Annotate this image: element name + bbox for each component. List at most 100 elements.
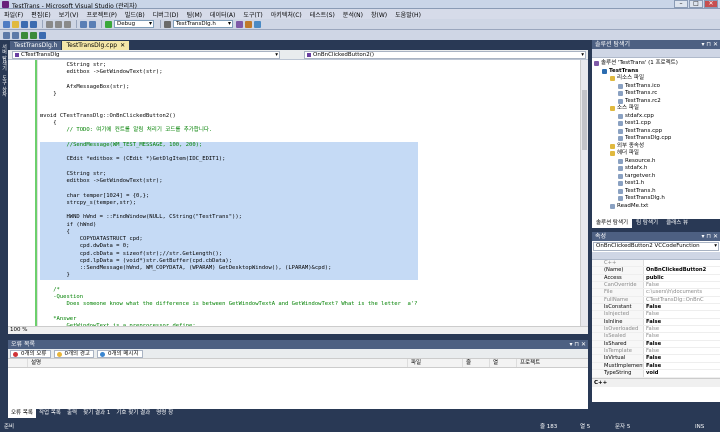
toolbox-tab[interactable]: 도구 상자	[1, 75, 8, 97]
property-value[interactable]: False	[644, 311, 659, 317]
tree-item[interactable]: test1.h	[594, 180, 720, 188]
code-line[interactable]: // TODO: 여기에 컨트롤 알림 처리기 코드를 추가합니다.	[40, 127, 418, 134]
col-project[interactable]: 프로젝트	[517, 359, 588, 367]
property-row[interactable]: IsInjected False	[592, 311, 720, 319]
menu-item[interactable]: 파일(F)	[4, 10, 23, 19]
panel-pin-icon[interactable]: ▾ ⊓ ✕	[569, 340, 586, 349]
tree-item[interactable]: ReadMe.txt	[594, 203, 720, 211]
indent-icon[interactable]	[3, 31, 10, 39]
code-line[interactable]: AfxMessageBox(str);	[40, 84, 418, 91]
property-row[interactable]: CanOverride False	[592, 282, 720, 290]
property-value[interactable]: False	[644, 348, 659, 354]
menu-item[interactable]: 빌드(B)	[125, 10, 145, 19]
tree-item[interactable]: TestTransDlg.h	[594, 195, 720, 203]
warnings-filter-button[interactable]: 0개의 경고	[53, 349, 94, 358]
tree-item[interactable]: stdafx.cpp	[594, 113, 720, 121]
property-row[interactable]: IsSealed False	[592, 333, 720, 341]
code-line[interactable]: }	[40, 91, 418, 98]
menu-item[interactable]: 디버그(D)	[153, 10, 179, 19]
scope-combo[interactable]: CTestTransDlg	[12, 51, 280, 59]
bottom-tab[interactable]: 기호 찾기 결과	[113, 409, 153, 418]
code-line[interactable]: strcpy_s(temper,str);	[40, 199, 418, 207]
cut-icon[interactable]	[46, 20, 53, 28]
property-value[interactable]: public	[644, 275, 664, 281]
col-file[interactable]: 파일	[408, 359, 463, 367]
code-line[interactable]: if (hWnd)	[40, 221, 418, 229]
panel-tab[interactable]: 팀 탐색기	[632, 219, 662, 228]
menu-item[interactable]: 보기(V)	[59, 10, 79, 19]
toolbox-icon[interactable]	[254, 20, 261, 28]
property-value[interactable]: False	[644, 333, 659, 339]
property-value[interactable]: False	[644, 282, 659, 288]
bottom-tab[interactable]: 작업 목록	[36, 409, 64, 418]
bookmark-icon[interactable]	[39, 31, 46, 39]
property-value[interactable]: CTestTransDlg::OnBnC	[644, 297, 704, 303]
property-row[interactable]: IsVirtual False	[592, 355, 720, 363]
property-row[interactable]: FullName CTestTransDlg::OnBnC	[592, 296, 720, 305]
code-line[interactable]: {	[40, 228, 418, 236]
property-row[interactable]: File c:\users\h\documents	[592, 289, 720, 297]
solution-explorer-icon[interactable]	[236, 20, 243, 28]
start-debug-icon[interactable]	[105, 20, 112, 28]
code-text[interactable]: CString str; editbox ->GetWindowText(str…	[40, 62, 418, 334]
bottom-tab[interactable]: 출력	[64, 409, 80, 418]
property-row[interactable]: IsInline False	[592, 318, 720, 327]
tab-testtransdlg-h[interactable]: TestTransDlg.h	[10, 41, 62, 50]
property-row[interactable]: IsTemplate False	[592, 348, 720, 356]
menu-item[interactable]: 데이터(A)	[210, 10, 235, 19]
code-line[interactable]: ⊟void CTestTransDlg::OnBnClickedButton2(…	[40, 113, 418, 120]
col-description[interactable]: 설명	[28, 359, 408, 367]
tree-item[interactable]: TestTrans.cpp	[594, 128, 720, 136]
menu-item[interactable]: 팀(M)	[187, 10, 202, 19]
code-line[interactable]: editbox ->GetWindowText(str);	[40, 69, 418, 76]
code-line[interactable]: //SendMessage(WM_TEST_MESSAGE, 100, 200)…	[40, 141, 418, 149]
tree-item[interactable]: 리소스 파일	[594, 75, 720, 83]
panel-pin-icon[interactable]: ▾ ⊓ ✕	[701, 232, 718, 241]
property-value[interactable]: False	[644, 363, 661, 369]
tree-item[interactable]: TestTrans.h	[594, 188, 720, 196]
menu-item[interactable]: 테스트(S)	[310, 10, 335, 19]
server-explorer-tab[interactable]: 서버 탐색기	[1, 44, 8, 71]
errors-filter-button[interactable]: 0개의 오류	[10, 349, 51, 358]
bottom-tab[interactable]: 찾기 결과 1	[80, 409, 113, 418]
zoom-level[interactable]: 100 %	[8, 326, 588, 334]
code-line[interactable]: HWND hWnd = ::FindWindow(NULL, CString("…	[40, 214, 418, 222]
find-combo[interactable]: TestTransDlg.h	[173, 20, 233, 28]
undo-icon[interactable]	[80, 20, 87, 28]
property-row[interactable]: IsConstant False	[592, 304, 720, 312]
tree-item[interactable]: targetver.h	[594, 173, 720, 181]
property-row[interactable]: MustImplement False	[592, 362, 720, 371]
property-value[interactable]: False	[644, 341, 661, 347]
code-line[interactable]	[40, 207, 418, 215]
code-line[interactable]	[40, 106, 418, 113]
menu-item[interactable]: 창(W)	[371, 10, 387, 19]
code-line[interactable]	[40, 185, 418, 193]
tab-testtransdlg-cpp[interactable]: TestTransDlg.cpp ✕	[62, 41, 130, 50]
tree-item[interactable]: TestTrans	[594, 68, 720, 76]
property-row[interactable]: Access public	[592, 274, 720, 283]
bottom-tab[interactable]: 오류 목록	[8, 409, 36, 418]
menu-item[interactable]: 프로젝트(P)	[87, 10, 117, 19]
outdent-icon[interactable]	[12, 31, 19, 39]
code-editor[interactable]: CString str; editbox ->GetWindowText(str…	[8, 60, 588, 334]
code-line[interactable]: cpd.dwData = 0;	[40, 243, 418, 251]
code-line[interactable]: COPYDATASTRUCT cpd;	[40, 236, 418, 244]
panel-tab[interactable]: 솔루션 탐색기	[592, 219, 633, 228]
property-row[interactable]: C++	[592, 260, 720, 268]
code-line[interactable]: ::SendMessage(hWnd, WM_COPYDATA, (WPARAM…	[40, 265, 418, 273]
col-line[interactable]: 줄	[463, 359, 490, 367]
menu-item[interactable]: 아키텍처(C)	[271, 10, 302, 19]
tree-item[interactable]: TestTrans.ico	[594, 83, 720, 91]
property-value[interactable]: False	[644, 326, 659, 332]
member-combo[interactable]: OnBnClickedButton2()	[304, 51, 586, 59]
comment-icon[interactable]	[21, 31, 28, 39]
uncomment-icon[interactable]	[30, 31, 37, 39]
property-value[interactable]	[644, 260, 646, 266]
new-project-icon[interactable]	[3, 20, 10, 28]
property-value[interactable]: void	[644, 370, 658, 376]
code-line[interactable]	[40, 77, 418, 84]
maximize-button[interactable]: □	[689, 0, 703, 8]
messages-filter-button[interactable]: 0개의 메시지	[97, 349, 143, 358]
property-value[interactable]: False	[644, 304, 661, 310]
tree-item[interactable]: 소스 파일	[594, 105, 720, 113]
